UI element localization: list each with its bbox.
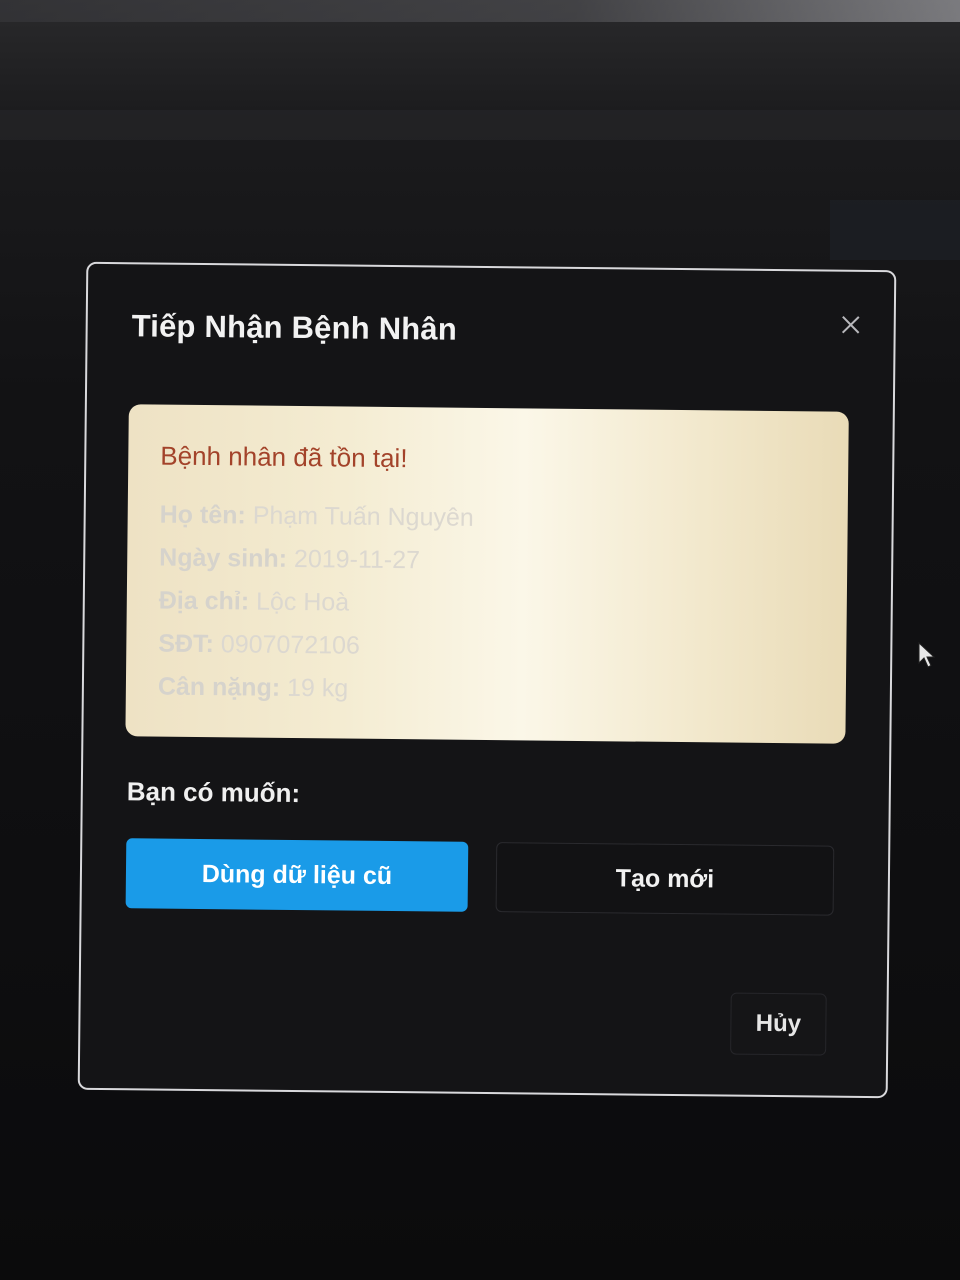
- info-value: 2019-11-27: [293, 544, 421, 575]
- info-weight: Cân nặng: 19 kg: [158, 666, 814, 716]
- existing-patient-alert: Bệnh nhân đã tồn tại! Họ tên: Phạm Tuấn …: [125, 404, 849, 744]
- dialog-title: Tiếp Nhận Bệnh Nhân: [131, 308, 458, 347]
- choice-question: Bạn có muốn:: [126, 776, 301, 809]
- info-birth-date: Ngày sinh: 2019-11-27: [159, 537, 815, 587]
- patient-intake-dialog: Tiếp Nhận Bệnh Nhân Bệnh nhân đã tồn tại…: [77, 261, 897, 1099]
- alert-title: Bệnh nhân đã tồn tại!: [160, 440, 408, 474]
- mouse-pointer-icon: [918, 642, 936, 668]
- info-label: SĐT:: [158, 629, 215, 659]
- info-phone: SĐT: 0907072106: [158, 623, 814, 673]
- info-label: Ngày sinh:: [159, 543, 288, 573]
- info-label: Cân nặng:: [157, 672, 281, 702]
- info-value: Lộc Hoà: [255, 587, 350, 617]
- create-new-button[interactable]: Tạo mới: [495, 842, 835, 916]
- info-value: 19 kg: [286, 673, 349, 703]
- screen: Tiếp Nhận Bệnh Nhân Bệnh nhân đã tồn tại…: [0, 0, 960, 1280]
- window-top-edge: [0, 0, 960, 22]
- info-address: Địa chỉ: Lộc Hoà: [159, 580, 815, 630]
- close-icon-glyph: [841, 316, 860, 334]
- info-value: Phạm Tuấn Nguyên: [252, 501, 474, 532]
- background-panel: [830, 200, 960, 260]
- use-old-data-button[interactable]: Dùng dữ liệu cũ: [125, 838, 469, 912]
- info-full-name: Họ tên: Phạm Tuấn Nguyên: [159, 494, 815, 544]
- info-label: Họ tên:: [159, 500, 246, 530]
- info-label: Địa chỉ:: [158, 586, 250, 616]
- background-band: [0, 110, 960, 140]
- info-value: 0907072106: [220, 630, 361, 660]
- close-icon[interactable]: [838, 314, 864, 340]
- cancel-button[interactable]: Hủy: [730, 992, 827, 1056]
